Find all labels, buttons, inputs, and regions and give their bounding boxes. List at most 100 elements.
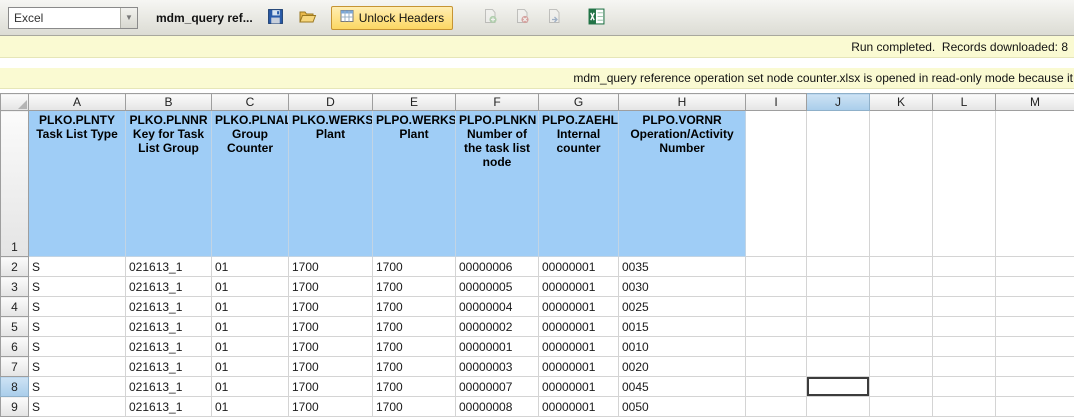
cell-D3[interactable]: 1700 bbox=[289, 277, 373, 297]
column-header-J[interactable]: J bbox=[807, 94, 870, 111]
row-header-2[interactable]: 2 bbox=[1, 257, 29, 277]
cell-G9[interactable]: 00000001 bbox=[539, 397, 619, 417]
cell-M8[interactable] bbox=[996, 377, 1074, 397]
row-header-6[interactable]: 6 bbox=[1, 337, 29, 357]
cell-A7[interactable]: S bbox=[29, 357, 126, 377]
field-header-cell-A1[interactable]: PLKO.PLNTY Task List Type bbox=[29, 111, 126, 257]
cell-M3[interactable] bbox=[996, 277, 1074, 297]
cell-E4[interactable]: 1700 bbox=[373, 297, 456, 317]
cell-J2[interactable] bbox=[807, 257, 870, 277]
cell-F9[interactable]: 00000008 bbox=[456, 397, 539, 417]
cell-K9[interactable] bbox=[870, 397, 933, 417]
cell-J5[interactable] bbox=[807, 317, 870, 337]
cell-M1[interactable] bbox=[996, 111, 1074, 257]
cell-L4[interactable] bbox=[933, 297, 996, 317]
cell-D4[interactable]: 1700 bbox=[289, 297, 373, 317]
cell-J3[interactable] bbox=[807, 277, 870, 297]
column-header-D[interactable]: D bbox=[289, 94, 373, 111]
cell-G5[interactable]: 00000001 bbox=[539, 317, 619, 337]
cell-F8[interactable]: 00000007 bbox=[456, 377, 539, 397]
cell-K2[interactable] bbox=[870, 257, 933, 277]
cell-K5[interactable] bbox=[870, 317, 933, 337]
cell-L2[interactable] bbox=[933, 257, 996, 277]
row-header-5[interactable]: 5 bbox=[1, 317, 29, 337]
cell-K8[interactable] bbox=[870, 377, 933, 397]
cell-D9[interactable]: 1700 bbox=[289, 397, 373, 417]
field-header-cell-F1[interactable]: PLPO.PLNKN Number of the task list node bbox=[456, 111, 539, 257]
cell-B9[interactable]: 021613_1 bbox=[126, 397, 212, 417]
field-header-cell-H1[interactable]: PLPO.VORNR Operation/Activity Number bbox=[619, 111, 746, 257]
cell-A4[interactable]: S bbox=[29, 297, 126, 317]
row-header-9[interactable]: 9 bbox=[1, 397, 29, 417]
cell-C3[interactable]: 01 bbox=[212, 277, 289, 297]
cell-H7[interactable]: 0020 bbox=[619, 357, 746, 377]
cell-L6[interactable] bbox=[933, 337, 996, 357]
cell-A9[interactable]: S bbox=[29, 397, 126, 417]
row-header-8[interactable]: 8 bbox=[1, 377, 29, 397]
cell-D8[interactable]: 1700 bbox=[289, 377, 373, 397]
cell-E3[interactable]: 1700 bbox=[373, 277, 456, 297]
cell-A3[interactable]: S bbox=[29, 277, 126, 297]
cell-C6[interactable]: 01 bbox=[212, 337, 289, 357]
document-tab[interactable]: mdm_query ref... bbox=[156, 11, 253, 25]
cell-B6[interactable]: 021613_1 bbox=[126, 337, 212, 357]
cell-B5[interactable]: 021613_1 bbox=[126, 317, 212, 337]
active-cell-J8[interactable] bbox=[807, 377, 870, 397]
column-header-K[interactable]: K bbox=[870, 94, 933, 111]
cell-J6[interactable] bbox=[807, 337, 870, 357]
cell-B2[interactable]: 021613_1 bbox=[126, 257, 212, 277]
cell-H8[interactable]: 0045 bbox=[619, 377, 746, 397]
cell-E8[interactable]: 1700 bbox=[373, 377, 456, 397]
cell-M9[interactable] bbox=[996, 397, 1074, 417]
cell-D2[interactable]: 1700 bbox=[289, 257, 373, 277]
cell-G3[interactable]: 00000001 bbox=[539, 277, 619, 297]
cell-L9[interactable] bbox=[933, 397, 996, 417]
field-header-cell-C1[interactable]: PLKO.PLNAL Group Counter bbox=[212, 111, 289, 257]
select-all-corner[interactable] bbox=[1, 94, 29, 111]
cell-C8[interactable]: 01 bbox=[212, 377, 289, 397]
field-header-cell-D1[interactable]: PLKO.WERKS Plant bbox=[289, 111, 373, 257]
cell-I8[interactable] bbox=[746, 377, 807, 397]
cell-E2[interactable]: 1700 bbox=[373, 257, 456, 277]
open-button[interactable] bbox=[295, 5, 321, 31]
cell-K3[interactable] bbox=[870, 277, 933, 297]
cell-K1[interactable] bbox=[870, 111, 933, 257]
cell-B3[interactable]: 021613_1 bbox=[126, 277, 212, 297]
dropdown-arrow-icon[interactable]: ▼ bbox=[120, 8, 137, 28]
cell-E5[interactable]: 1700 bbox=[373, 317, 456, 337]
field-header-cell-B1[interactable]: PLKO.PLNNR Key for Task List Group bbox=[126, 111, 212, 257]
cell-A5[interactable]: S bbox=[29, 317, 126, 337]
cell-B7[interactable]: 021613_1 bbox=[126, 357, 212, 377]
add-sheet-button[interactable] bbox=[477, 5, 503, 31]
cell-F6[interactable]: 00000001 bbox=[456, 337, 539, 357]
cell-I9[interactable] bbox=[746, 397, 807, 417]
row-header-3[interactable]: 3 bbox=[1, 277, 29, 297]
cell-L1[interactable] bbox=[933, 111, 996, 257]
cell-G4[interactable]: 00000001 bbox=[539, 297, 619, 317]
cell-I1[interactable] bbox=[746, 111, 807, 257]
column-header-G[interactable]: G bbox=[539, 94, 619, 111]
row-header-4[interactable]: 4 bbox=[1, 297, 29, 317]
app-selector[interactable]: Excel ▼ bbox=[8, 7, 138, 29]
cell-E6[interactable]: 1700 bbox=[373, 337, 456, 357]
cell-J4[interactable] bbox=[807, 297, 870, 317]
cell-I6[interactable] bbox=[746, 337, 807, 357]
cell-A8[interactable]: S bbox=[29, 377, 126, 397]
cell-M6[interactable] bbox=[996, 337, 1074, 357]
column-header-B[interactable]: B bbox=[126, 94, 212, 111]
cell-F7[interactable]: 00000003 bbox=[456, 357, 539, 377]
cell-L8[interactable] bbox=[933, 377, 996, 397]
column-header-M[interactable]: M bbox=[996, 94, 1074, 111]
unlock-headers-button[interactable]: Unlock Headers bbox=[331, 6, 453, 30]
column-header-L[interactable]: L bbox=[933, 94, 996, 111]
cell-K4[interactable] bbox=[870, 297, 933, 317]
cell-A2[interactable]: S bbox=[29, 257, 126, 277]
cell-M5[interactable] bbox=[996, 317, 1074, 337]
column-header-C[interactable]: C bbox=[212, 94, 289, 111]
column-header-E[interactable]: E bbox=[373, 94, 456, 111]
field-header-cell-E1[interactable]: PLPO.WERKS Plant bbox=[373, 111, 456, 257]
cell-M4[interactable] bbox=[996, 297, 1074, 317]
cell-D7[interactable]: 1700 bbox=[289, 357, 373, 377]
cell-K6[interactable] bbox=[870, 337, 933, 357]
cell-B4[interactable]: 021613_1 bbox=[126, 297, 212, 317]
